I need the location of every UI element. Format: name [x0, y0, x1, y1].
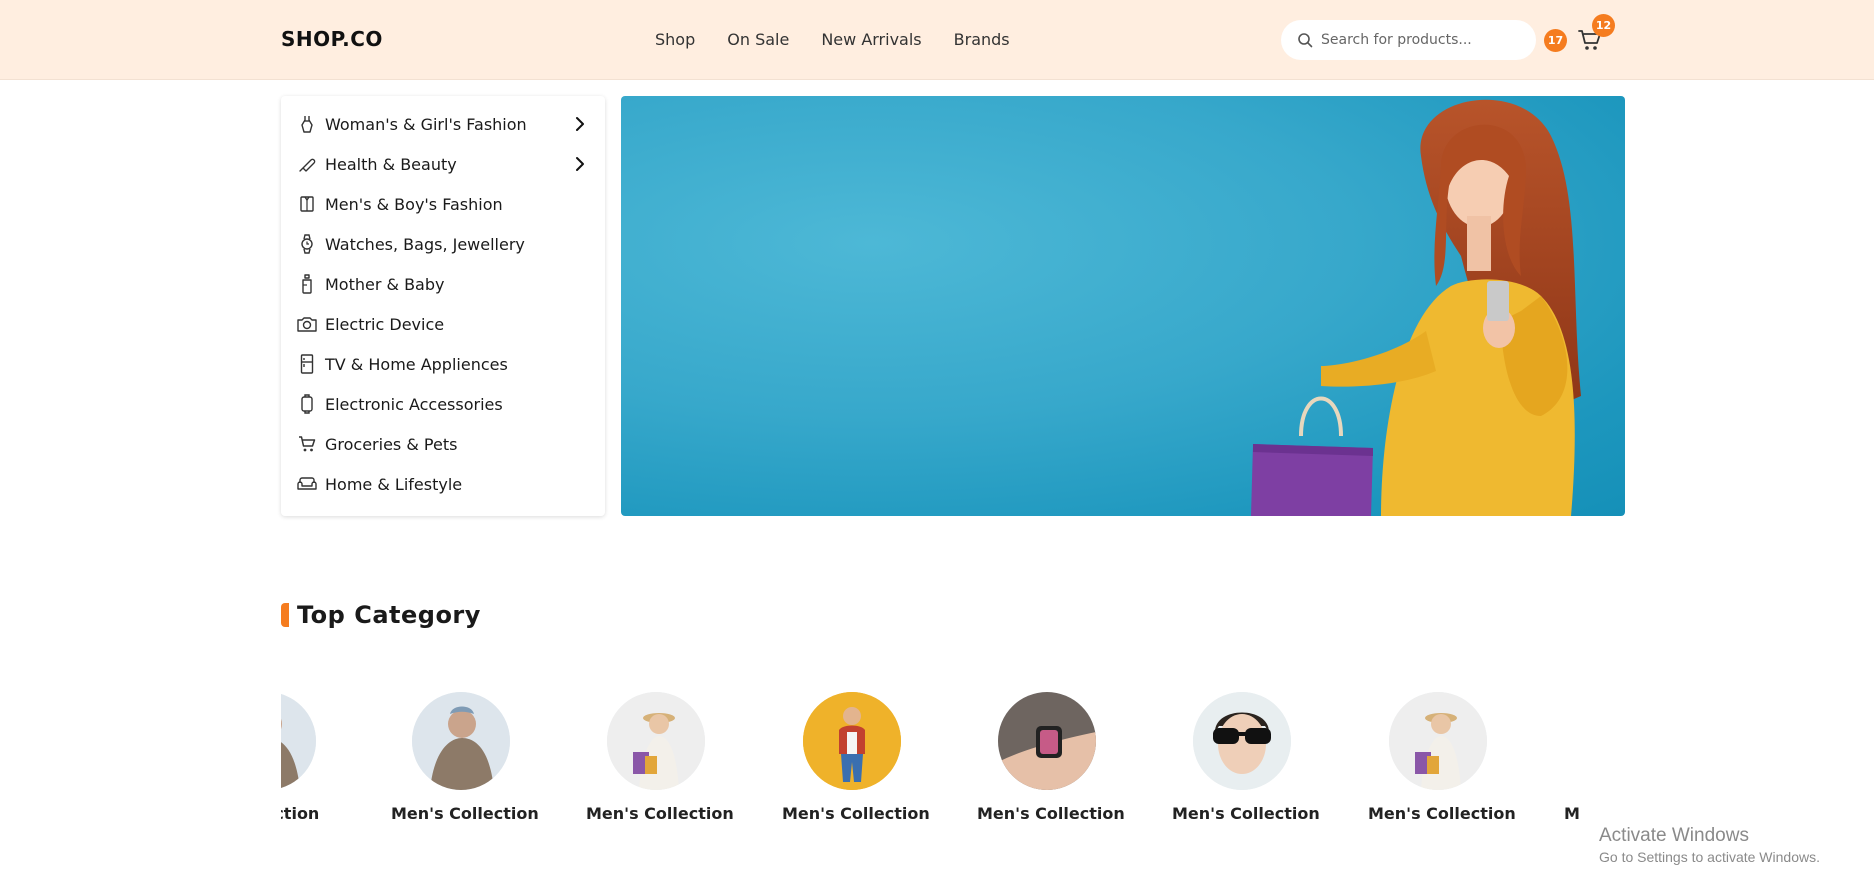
category-image	[998, 692, 1096, 790]
category-card[interactable]: s Collection	[281, 690, 337, 823]
sofa-icon	[297, 474, 317, 494]
category-label: Men's Collection	[782, 804, 930, 823]
category-carousel: s Collection Men's Collection Men's Coll…	[281, 690, 1625, 830]
sidebar-item-home-lifestyle[interactable]: Home & Lifestyle	[281, 464, 605, 504]
nav-new-arrivals[interactable]: New Arrivals	[821, 30, 921, 49]
category-card[interactable]: Men's Collection	[1172, 690, 1320, 823]
search-icon	[1298, 33, 1313, 48]
watch-icon	[297, 234, 317, 254]
sidebar-item-mens-fashion[interactable]: Men's & Boy's Fashion	[281, 184, 605, 224]
sidebar-item-womens-fashion[interactable]: Woman's & Girl's Fashion	[281, 104, 605, 144]
category-image	[803, 692, 901, 790]
nav-shop[interactable]: Shop	[655, 30, 695, 49]
category-image	[1389, 692, 1487, 790]
fridge-icon	[297, 354, 317, 374]
activate-windows-watermark: Activate Windows Go to Settings to activ…	[1599, 825, 1820, 865]
cart-count-badge: 12	[1592, 14, 1615, 37]
category-label: Men's Collection	[977, 804, 1125, 823]
search-input[interactable]	[1321, 32, 1521, 48]
category-image	[1193, 692, 1291, 790]
category-card[interactable]: Men's Collection	[977, 690, 1125, 823]
baby-bottle-icon	[297, 274, 317, 294]
sidebar-item-label: TV & Home Appliences	[325, 354, 508, 374]
camera-icon	[297, 314, 317, 334]
chevron-right-icon	[576, 157, 584, 171]
sidebar-item-label: Electronic Accessories	[325, 394, 503, 414]
section-title: Top Category	[297, 601, 481, 629]
sidebar-item-label: Health & Beauty	[325, 154, 457, 174]
sidebar-item-groceries-pets[interactable]: Groceries & Pets	[281, 424, 605, 464]
sidebar-item-mother-baby[interactable]: Mother & Baby	[281, 264, 605, 304]
category-card[interactable]: Men's Collection	[1368, 690, 1516, 823]
cart-icon	[297, 434, 317, 454]
nav-on-sale[interactable]: On Sale	[727, 30, 789, 49]
category-card[interactable]: Men's Collection	[391, 690, 539, 823]
chevron-right-icon	[576, 117, 584, 131]
sidebar-item-watches-bags[interactable]: Watches, Bags, Jewellery	[281, 224, 605, 264]
sidebar-item-electronic-accessories[interactable]: Electronic Accessories	[281, 384, 605, 424]
category-card[interactable]: Men's Collection	[782, 690, 930, 823]
watermark-subtitle: Go to Settings to activate Windows.	[1599, 849, 1820, 865]
shirt-icon	[297, 194, 317, 214]
sidebar-item-health-beauty[interactable]: Health & Beauty	[281, 144, 605, 184]
sidebar-item-label: Home & Lifestyle	[325, 474, 463, 494]
sidebar-item-label: Groceries & Pets	[325, 434, 458, 454]
category-sidebar: Woman's & Girl's Fashion Health & Beauty…	[281, 96, 605, 516]
sidebar-item-electric-device[interactable]: Electric Device	[281, 304, 605, 344]
section-accent-bar	[281, 603, 289, 627]
device-icon	[297, 394, 317, 414]
top-category-heading: Top Category	[281, 601, 481, 629]
category-card[interactable]: Men's Collection	[586, 690, 734, 823]
dress-icon	[297, 114, 317, 134]
category-label: M	[1564, 804, 1580, 823]
site-header: SHOP.CO Shop On Sale New Arrivals Brands…	[0, 0, 1874, 80]
sidebar-item-label: Men's & Boy's Fashion	[325, 194, 503, 214]
search-bar[interactable]	[1281, 20, 1536, 60]
hero-banner[interactable]	[621, 96, 1625, 516]
brush-icon	[297, 154, 317, 174]
category-label: Men's Collection	[1172, 804, 1320, 823]
category-image	[281, 692, 316, 790]
sidebar-item-label: Electric Device	[325, 314, 445, 334]
category-label: Men's Collection	[586, 804, 734, 823]
hero-banner-image	[1251, 99, 1581, 516]
category-label: Men's Collection	[1368, 804, 1516, 823]
sidebar-item-label: Mother & Baby	[325, 274, 445, 294]
category-label: s Collection	[281, 804, 320, 823]
logo[interactable]: SHOP.CO	[281, 27, 383, 51]
nav-brands[interactable]: Brands	[954, 30, 1010, 49]
category-image	[607, 692, 705, 790]
sidebar-item-label: Woman's & Girl's Fashion	[325, 114, 527, 134]
watermark-title: Activate Windows	[1599, 825, 1749, 846]
category-card[interactable]: M	[1564, 690, 1625, 823]
category-image	[412, 692, 510, 790]
category-label: Men's Collection	[391, 804, 539, 823]
sidebar-item-label: Watches, Bags, Jewellery	[325, 234, 525, 254]
main-nav: Shop On Sale New Arrivals Brands	[655, 30, 1042, 49]
wishlist-count-badge[interactable]: 17	[1544, 29, 1567, 52]
sidebar-item-tv-home[interactable]: TV & Home Appliences	[281, 344, 605, 384]
